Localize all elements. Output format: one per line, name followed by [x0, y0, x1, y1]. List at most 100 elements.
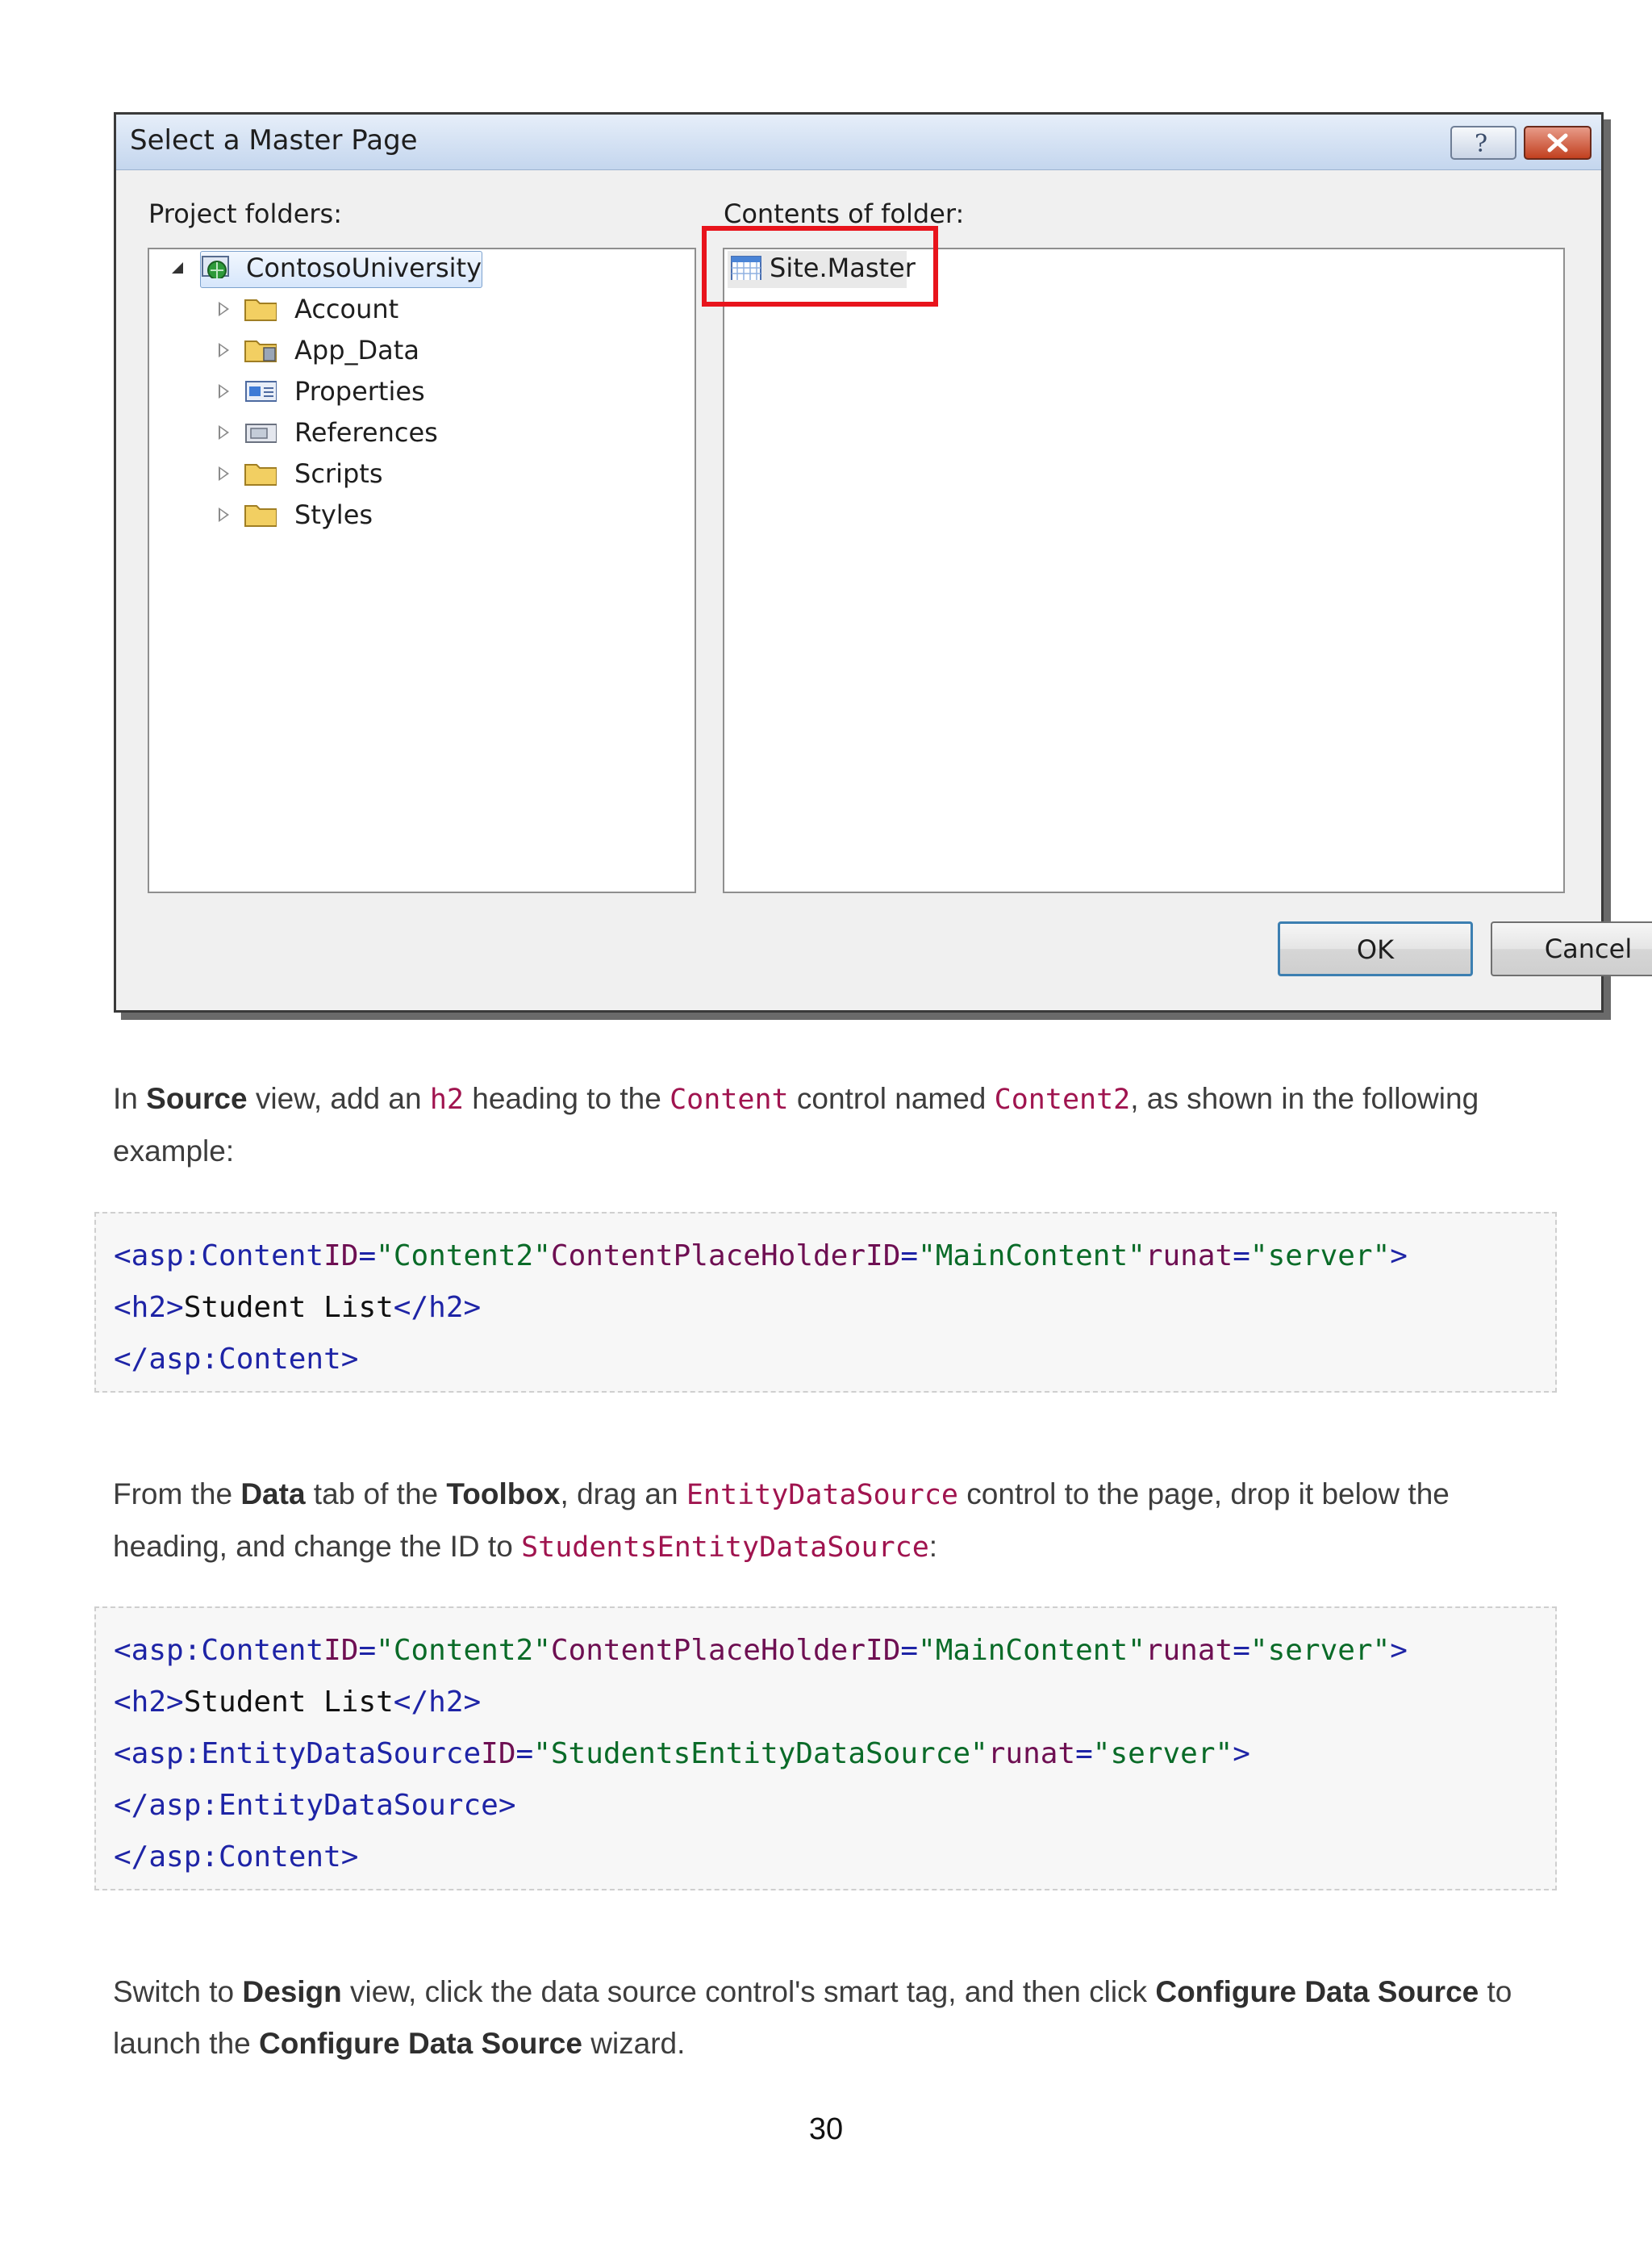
references-icon: [245, 424, 277, 443]
text: From the: [113, 1477, 241, 1510]
tree-node-references[interactable]: References: [149, 414, 690, 451]
expand-arrow-icon[interactable]: [219, 384, 229, 399]
tree-node-account[interactable]: Account: [149, 290, 690, 328]
tree-node-app-data[interactable]: App_Data: [149, 332, 690, 369]
code-token: runat: [1145, 1239, 1233, 1272]
code-token: "server": [1092, 1737, 1233, 1770]
collapse-arrow-icon[interactable]: [172, 262, 183, 274]
close-x-icon: [1547, 133, 1568, 152]
ok-button[interactable]: OK: [1278, 921, 1473, 976]
expand-arrow-icon[interactable]: [219, 508, 229, 522]
inline-code: EntityDataSource: [686, 1479, 959, 1511]
code-token: =: [1233, 1634, 1250, 1667]
tree-item-label: App_Data: [294, 335, 419, 366]
text: Switch to: [113, 1975, 243, 2008]
code-token: ID: [481, 1737, 516, 1770]
code-token: =: [358, 1634, 377, 1667]
code-token: =: [1233, 1239, 1250, 1272]
page-number: 30: [808, 2112, 844, 2146]
project-folders-label: Project folders:: [148, 198, 342, 229]
code-token: ID: [323, 1634, 359, 1667]
code-token: >: [1390, 1239, 1408, 1272]
code-line: <h2>Student List</h2>: [114, 1291, 481, 1324]
expand-arrow-icon[interactable]: [219, 343, 229, 357]
code-line: </asp:Content>: [114, 1840, 359, 1874]
expand-arrow-icon[interactable]: [219, 302, 229, 316]
text: heading to the: [464, 1082, 670, 1115]
dialog-title: Select a Master Page: [130, 124, 418, 157]
inline-code: Content: [670, 1084, 789, 1116]
folder-contents-list[interactable]: Site.Master: [723, 248, 1565, 893]
code-token: </h2>: [393, 1686, 482, 1719]
inline-code: Content2: [994, 1084, 1131, 1116]
code-token: "Content2": [376, 1239, 551, 1272]
text: , drag an: [560, 1477, 686, 1510]
question-mark-icon: ?: [1475, 130, 1487, 158]
inline-code: StudentsEntityDataSource: [521, 1531, 929, 1564]
code-token: <h2>: [114, 1291, 184, 1324]
code-token: =: [900, 1239, 919, 1272]
bold-text: Design: [242, 1975, 342, 2008]
paragraph-line: heading, and change the ID to StudentsEn…: [113, 1521, 1581, 1573]
code-token: =: [515, 1737, 534, 1770]
text: heading, and change the ID to: [113, 1530, 522, 1563]
code-token: "MainContent": [918, 1634, 1145, 1667]
tree-node-root[interactable]: ContosoUniversity: [149, 249, 690, 288]
tree-node-styles[interactable]: Styles: [149, 496, 690, 533]
code-token: ContentPlaceHolderID: [550, 1239, 901, 1272]
code-line: <asp:EntityDataSourceID="StudentsEntityD…: [114, 1737, 1250, 1770]
text: :: [928, 1530, 938, 1563]
paragraph-line: example:: [113, 1134, 235, 1168]
paragraph-design-view: Switch to Design view, click the data so…: [113, 1966, 1581, 2070]
contents-of-folder-label: Contents of folder:: [724, 198, 965, 229]
code-token: >: [1233, 1737, 1250, 1770]
code-line: <asp:ContentID="Content2"ContentPlaceHol…: [114, 1634, 1408, 1667]
code-token: >: [1390, 1634, 1408, 1667]
bold-text: Configure Data Source: [259, 2027, 582, 2060]
expand-arrow-icon[interactable]: [219, 466, 229, 481]
tree-item-label: Properties: [294, 376, 425, 407]
tree-root-label: ContosoUniversity: [246, 253, 482, 283]
bold-text: Data: [240, 1477, 306, 1510]
tree-node-scripts[interactable]: Scripts: [149, 455, 690, 492]
code-token: <asp:EntityDataSource: [114, 1737, 482, 1770]
tree-item-label: Styles: [294, 499, 373, 530]
text: tab of the: [305, 1477, 447, 1510]
code-token: runat: [987, 1737, 1076, 1770]
code-token: runat: [1145, 1634, 1233, 1667]
text: to: [1479, 1975, 1512, 2008]
close-button[interactable]: [1524, 126, 1592, 160]
cancel-button[interactable]: Cancel: [1491, 921, 1652, 976]
code-token: ID: [323, 1239, 359, 1272]
project-folders-tree[interactable]: ContosoUniversity Account App_Data Prope…: [148, 248, 696, 893]
paragraph-line: In Source view, add an h2 heading to the…: [113, 1073, 1581, 1126]
code-token: =: [1075, 1737, 1093, 1770]
text: control named: [788, 1082, 995, 1115]
text: control to the page, drop it below the: [958, 1477, 1450, 1510]
highlight-box: [702, 226, 938, 307]
code-token: </h2>: [393, 1291, 482, 1324]
inline-code: h2: [429, 1084, 464, 1116]
text: , as shown in the following: [1130, 1082, 1479, 1115]
bold-text: Source: [146, 1082, 248, 1115]
expand-arrow-icon[interactable]: [219, 425, 229, 440]
code-line: <asp:ContentID="Content2"ContentPlaceHol…: [114, 1239, 1408, 1272]
tree-item-label: Scripts: [294, 458, 383, 489]
code-token: "Content2": [376, 1634, 551, 1667]
paragraph-line: Switch to Design view, click the data so…: [113, 1966, 1581, 2018]
paragraph-line: From the Data tab of the Toolbox, drag a…: [113, 1468, 1581, 1521]
help-button[interactable]: ?: [1450, 126, 1516, 160]
code-token: Student List: [183, 1291, 394, 1324]
code-line: <h2>Student List</h2>: [114, 1686, 481, 1719]
code-line: </asp:Content>: [114, 1343, 359, 1376]
bold-text: Toolbox: [446, 1477, 561, 1510]
code-token: =: [358, 1239, 377, 1272]
svg-text:?: ?: [1475, 130, 1487, 158]
text: view, add an: [247, 1082, 430, 1115]
paragraph-line: launch the Configure Data Source wizard.: [113, 2018, 1581, 2070]
data-folder-icon: [244, 340, 277, 362]
web-project-icon: [202, 256, 229, 278]
code-token: "MainContent": [918, 1239, 1145, 1272]
tree-item-label: Account: [294, 294, 399, 324]
tree-node-properties[interactable]: Properties: [149, 373, 690, 410]
